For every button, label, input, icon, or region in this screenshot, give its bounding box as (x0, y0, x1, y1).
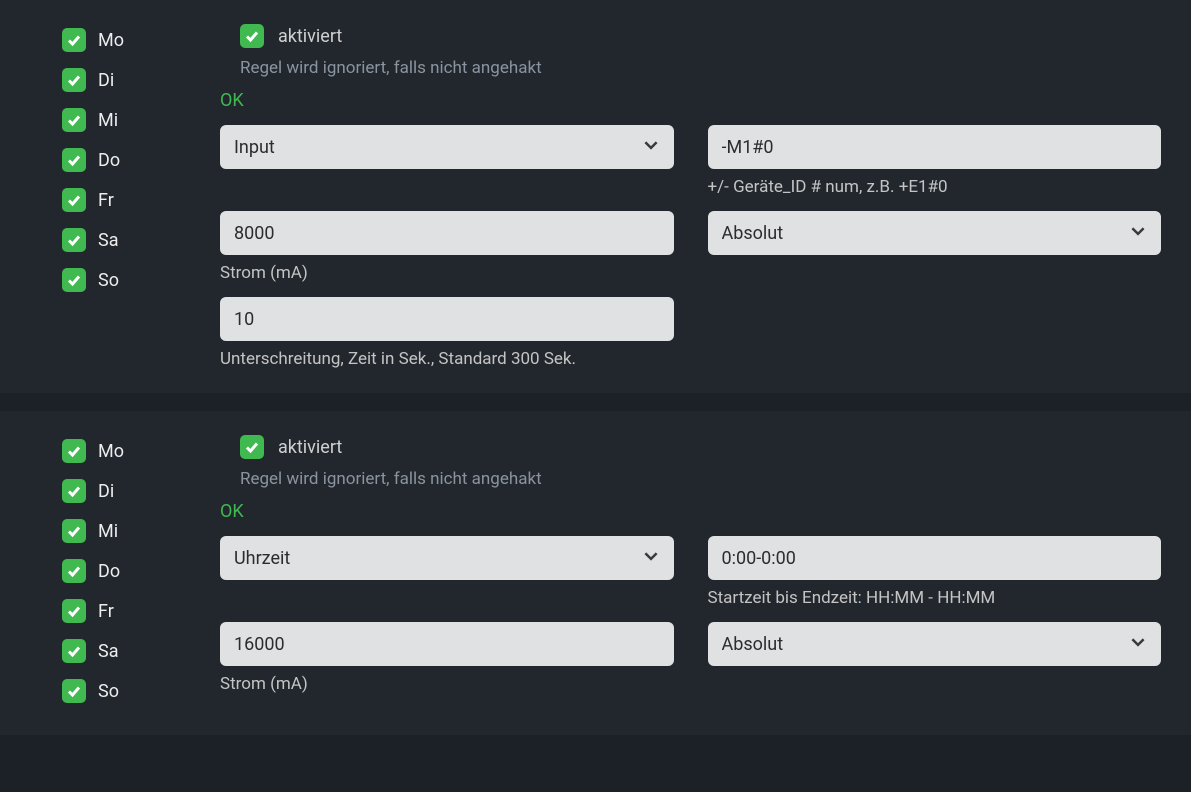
param-col: +/- Geräte_ID # num, z.B. +E1#0 (708, 125, 1162, 197)
day-mi: Mi (62, 511, 220, 551)
day-fr-checkbox[interactable] (62, 188, 86, 212)
aktiviert-checkbox[interactable] (240, 24, 264, 48)
day-so-label: So (98, 270, 119, 291)
mode-select[interactable] (220, 125, 674, 169)
rule-panel: Mo Di Mi Do Fr Sa (0, 411, 1191, 735)
day-so: So (62, 260, 220, 300)
aktiviert-row: aktiviert (220, 20, 1161, 52)
day-do-checkbox[interactable] (62, 559, 86, 583)
type-select[interactable] (708, 622, 1162, 666)
form-column: aktiviert Regel wird ignoriert, falls ni… (220, 20, 1181, 369)
day-do-label: Do (98, 150, 120, 171)
rule-row: Mo Di Mi Do Fr Sa (10, 431, 1181, 711)
day-so-checkbox[interactable] (62, 679, 86, 703)
day-mi-checkbox[interactable] (62, 108, 86, 132)
day-fr: Fr (62, 180, 220, 220)
rule-panel: Mo Di Mi Do Fr Sa (0, 0, 1191, 393)
type-select-wrap (708, 622, 1162, 666)
mode-row: +/- Geräte_ID # num, z.B. +E1#0 (220, 125, 1161, 197)
aktiviert-hint: Regel wird ignoriert, falls nicht angeha… (220, 58, 1161, 78)
day-sa-checkbox[interactable] (62, 228, 86, 252)
day-di-label: Di (98, 70, 114, 91)
day-sa: Sa (62, 631, 220, 671)
day-mo: Mo (62, 431, 220, 471)
mode-select-wrap (220, 125, 674, 169)
strom-input[interactable] (220, 622, 674, 666)
day-mi-label: Mi (98, 521, 118, 542)
param-help: +/- Geräte_ID # num, z.B. +E1#0 (708, 177, 1162, 197)
extra-row: Unterschreitung, Zeit in Sek., Standard … (220, 297, 1161, 369)
mode-select-col (220, 125, 674, 197)
days-column: Mo Di Mi Do Fr Sa (10, 431, 220, 711)
day-sa-checkbox[interactable] (62, 639, 86, 663)
day-mi-checkbox[interactable] (62, 519, 86, 543)
param-col: Startzeit bis Endzeit: HH:MM - HH:MM (708, 536, 1162, 608)
day-so: So (62, 671, 220, 711)
status-text: OK (220, 90, 1161, 111)
day-do: Do (62, 140, 220, 180)
type-select-col (708, 211, 1162, 283)
day-do: Do (62, 551, 220, 591)
day-di-checkbox[interactable] (62, 479, 86, 503)
aktiviert-hint: Regel wird ignoriert, falls nicht angeha… (220, 469, 1161, 489)
extra-label: Unterschreitung, Zeit in Sek., Standard … (220, 349, 674, 369)
mode-select-wrap (220, 536, 674, 580)
day-do-label: Do (98, 561, 120, 582)
aktiviert-label: aktiviert (278, 26, 342, 47)
day-fr-label: Fr (98, 190, 114, 211)
mode-select-col (220, 536, 674, 608)
day-mi: Mi (62, 100, 220, 140)
day-di: Di (62, 60, 220, 100)
day-fr-checkbox[interactable] (62, 599, 86, 623)
days-column: Mo Di Mi Do Fr Sa (10, 20, 220, 300)
day-mi-label: Mi (98, 110, 118, 131)
param-input[interactable] (708, 536, 1162, 580)
extra-input[interactable] (220, 297, 674, 341)
strom-label: Strom (mA) (220, 263, 674, 283)
param-input[interactable] (708, 125, 1162, 169)
day-do-checkbox[interactable] (62, 148, 86, 172)
type-select-col (708, 622, 1162, 694)
status-text: OK (220, 501, 1161, 522)
strom-label: Strom (mA) (220, 674, 674, 694)
aktiviert-checkbox[interactable] (240, 435, 264, 459)
day-sa-label: Sa (98, 641, 118, 662)
day-di: Di (62, 471, 220, 511)
type-select-wrap (708, 211, 1162, 255)
strom-col: Strom (mA) (220, 622, 674, 694)
day-so-checkbox[interactable] (62, 268, 86, 292)
day-mo-label: Mo (98, 441, 124, 462)
day-fr: Fr (62, 591, 220, 631)
day-so-label: So (98, 681, 119, 702)
day-mo: Mo (62, 20, 220, 60)
day-mo-checkbox[interactable] (62, 439, 86, 463)
param-help: Startzeit bis Endzeit: HH:MM - HH:MM (708, 588, 1162, 608)
rule-row: Mo Di Mi Do Fr Sa (10, 20, 1181, 369)
day-sa: Sa (62, 220, 220, 260)
day-di-label: Di (98, 481, 114, 502)
strom-row: Strom (mA) (220, 211, 1161, 283)
day-mo-checkbox[interactable] (62, 28, 86, 52)
mode-select[interactable] (220, 536, 674, 580)
strom-col: Strom (mA) (220, 211, 674, 283)
day-di-checkbox[interactable] (62, 68, 86, 92)
form-column: aktiviert Regel wird ignoriert, falls ni… (220, 431, 1181, 694)
panel-gap (0, 393, 1191, 411)
extra-col: Unterschreitung, Zeit in Sek., Standard … (220, 297, 674, 369)
aktiviert-row: aktiviert (220, 431, 1161, 463)
day-mo-label: Mo (98, 30, 124, 51)
strom-row: Strom (mA) (220, 622, 1161, 694)
type-select[interactable] (708, 211, 1162, 255)
day-fr-label: Fr (98, 601, 114, 622)
mode-row: Startzeit bis Endzeit: HH:MM - HH:MM (220, 536, 1161, 608)
strom-input[interactable] (220, 211, 674, 255)
day-sa-label: Sa (98, 230, 118, 251)
aktiviert-label: aktiviert (278, 437, 342, 458)
